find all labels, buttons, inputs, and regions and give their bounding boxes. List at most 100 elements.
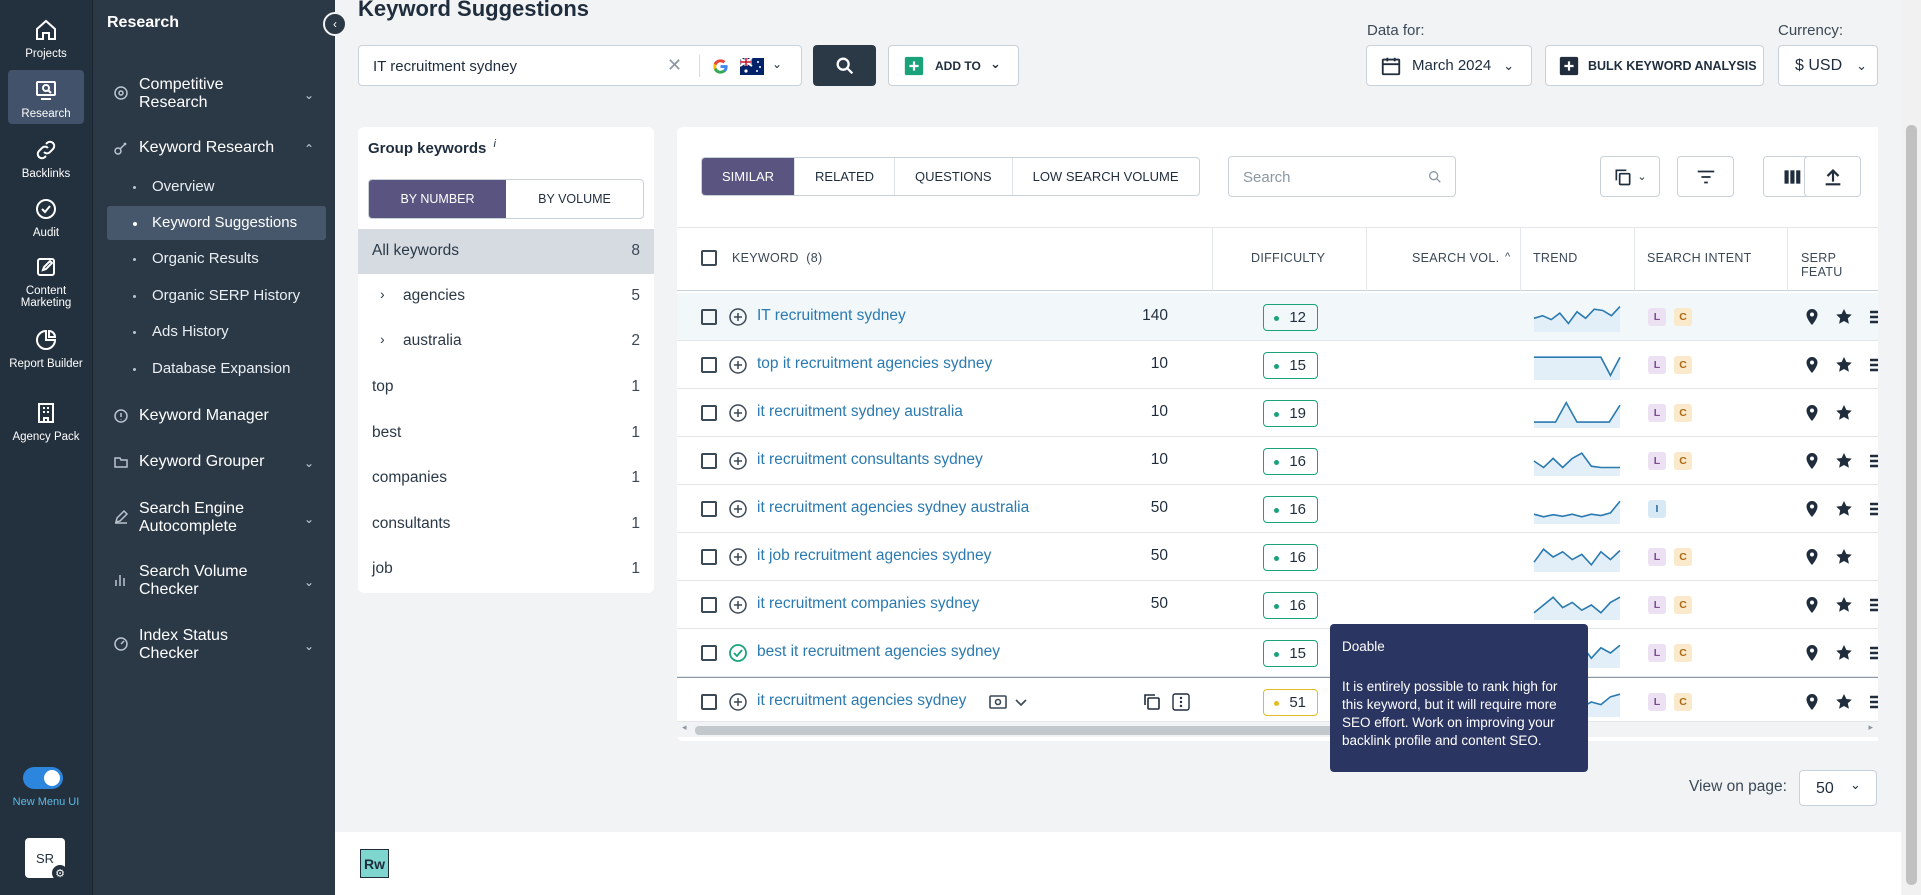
keyword-link[interactable]: it recruitment consultants sydney bbox=[757, 451, 983, 469]
row-checkbox[interactable] bbox=[701, 549, 717, 565]
avatar[interactable]: SR ⚙ bbox=[25, 838, 68, 881]
location-pin-icon[interactable] bbox=[1802, 499, 1822, 519]
rail-report-builder[interactable]: Report Builder bbox=[8, 328, 84, 370]
difficulty-badge[interactable]: 15 bbox=[1263, 640, 1318, 667]
row-checkbox[interactable] bbox=[701, 405, 717, 421]
location-pin-icon[interactable] bbox=[1802, 355, 1822, 375]
keyword-link[interactable]: best it recruitment agencies sydney bbox=[757, 643, 1000, 661]
difficulty-badge[interactable]: 16 bbox=[1263, 448, 1318, 475]
rail-audit[interactable]: Audit bbox=[8, 197, 84, 239]
table-row[interactable]: it job recruitment agencies sydney 16 50 L C bbox=[677, 533, 1878, 581]
rail-agency-pack[interactable]: Agency Pack bbox=[8, 401, 84, 443]
row-checkbox[interactable] bbox=[701, 645, 717, 661]
intent-badge[interactable]: C bbox=[1674, 548, 1692, 566]
intent-badge[interactable]: L bbox=[1648, 596, 1666, 614]
list-icon[interactable] bbox=[1866, 451, 1878, 471]
currency-select[interactable]: $ USD ⌄ bbox=[1778, 45, 1878, 86]
date-select[interactable]: March 2024 ⌄ bbox=[1366, 45, 1532, 86]
submenu-organic-results[interactable]: Organic Results bbox=[107, 242, 326, 276]
col-search-intent[interactable]: SEARCH INTENT bbox=[1647, 251, 1752, 265]
row-checkbox[interactable] bbox=[701, 694, 717, 710]
trend-sparkline[interactable] bbox=[1533, 350, 1621, 380]
intent-badge[interactable]: L bbox=[1648, 452, 1666, 470]
check-circle-icon[interactable] bbox=[728, 643, 748, 663]
submenu-keyword-suggestions[interactable]: Keyword Suggestions bbox=[107, 206, 326, 240]
table-row[interactable]: it recruitment companies sydney 16 50 L C bbox=[677, 581, 1878, 629]
intent-badge[interactable]: L bbox=[1648, 356, 1666, 374]
close-icon[interactable]: ✕ bbox=[667, 55, 682, 76]
chevron-down-icon[interactable]: ⌄ bbox=[772, 57, 782, 71]
col-serp-features[interactable]: SERP FEATU bbox=[1801, 251, 1878, 279]
group-row[interactable]: top 1 bbox=[358, 365, 654, 410]
tab-similar[interactable]: SIMILAR bbox=[702, 158, 796, 195]
copy-menu-button[interactable]: ⌄ bbox=[1600, 156, 1660, 197]
keyword-link[interactable]: it recruitment agencies sydney australia bbox=[757, 499, 1029, 517]
list-icon[interactable] bbox=[1866, 499, 1878, 519]
intent-badge[interactable]: C bbox=[1674, 596, 1692, 614]
add-circle-icon[interactable] bbox=[728, 403, 748, 423]
scroll-left-icon[interactable]: ◂ bbox=[682, 722, 687, 733]
new-menu-toggle[interactable] bbox=[23, 767, 63, 789]
intent-badge[interactable]: C bbox=[1674, 452, 1692, 470]
chevron-right-icon[interactable]: › bbox=[380, 286, 385, 302]
rail-projects[interactable]: Projects bbox=[8, 18, 84, 60]
group-row[interactable]: › australia 2 bbox=[358, 319, 654, 364]
row-checkbox[interactable] bbox=[701, 501, 717, 517]
difficulty-badge[interactable]: 16 bbox=[1263, 496, 1318, 523]
star-icon[interactable] bbox=[1834, 595, 1854, 615]
select-all-checkbox[interactable] bbox=[701, 250, 717, 266]
keyword-search-input[interactable]: IT recruitment sydney ✕ ⌄ bbox=[358, 45, 802, 86]
trend-sparkline[interactable] bbox=[1533, 542, 1621, 572]
tab-low-search-volume[interactable]: LOW SEARCH VOLUME bbox=[1013, 158, 1199, 195]
search-button[interactable] bbox=[813, 45, 876, 86]
location-pin-icon[interactable] bbox=[1802, 547, 1822, 567]
chevron-down-icon[interactable] bbox=[1010, 691, 1032, 713]
intent-badge[interactable]: L bbox=[1648, 308, 1666, 326]
submenu-overview[interactable]: Overview bbox=[107, 170, 326, 204]
sort-asc-icon[interactable]: ^ bbox=[1505, 251, 1510, 263]
star-icon[interactable] bbox=[1834, 547, 1854, 567]
rail-research[interactable]: Research bbox=[8, 70, 84, 124]
intent-badge[interactable]: I bbox=[1648, 500, 1666, 518]
trend-sparkline[interactable] bbox=[1533, 590, 1621, 620]
intent-badge[interactable]: L bbox=[1648, 693, 1666, 711]
difficulty-badge[interactable]: 15 bbox=[1263, 352, 1318, 379]
intent-badge[interactable]: L bbox=[1648, 644, 1666, 662]
table-search-input[interactable]: Search bbox=[1228, 156, 1456, 197]
trend-sparkline[interactable] bbox=[1533, 302, 1621, 332]
intent-badge[interactable]: C bbox=[1674, 308, 1692, 326]
col-difficulty[interactable]: DIFFICULTY bbox=[1251, 251, 1325, 265]
star-icon[interactable] bbox=[1834, 451, 1854, 471]
col-search-volume[interactable]: SEARCH VOL. bbox=[1412, 251, 1499, 265]
intent-badge[interactable]: C bbox=[1674, 356, 1692, 374]
row-checkbox[interactable] bbox=[701, 453, 717, 469]
table-row[interactable]: top it recruitment agencies sydney 15 10 L C bbox=[677, 341, 1878, 389]
submenu-database-expansion[interactable]: Database Expansion bbox=[107, 352, 326, 386]
copy-icon[interactable] bbox=[1141, 691, 1163, 713]
filter-button[interactable] bbox=[1677, 156, 1734, 197]
intent-badge[interactable]: L bbox=[1648, 548, 1666, 566]
page-size-select[interactable]: 50 ⌄ bbox=[1799, 770, 1877, 806]
scrollbar-thumb[interactable] bbox=[695, 726, 1335, 735]
difficulty-badge[interactable]: 51 bbox=[1263, 689, 1318, 716]
intent-badge[interactable]: L bbox=[1648, 404, 1666, 422]
intent-badge[interactable]: C bbox=[1674, 404, 1692, 422]
submenu-organic-serp-history[interactable]: Organic SERP History bbox=[107, 279, 326, 313]
star-icon[interactable] bbox=[1834, 355, 1854, 375]
group-row[interactable]: companies 1 bbox=[358, 456, 654, 501]
star-icon[interactable] bbox=[1834, 692, 1854, 712]
group-row[interactable]: consultants 1 bbox=[358, 502, 654, 547]
location-pin-icon[interactable] bbox=[1802, 692, 1822, 712]
group-row[interactable]: › agencies 5 bbox=[358, 274, 654, 319]
table-row[interactable]: best it recruitment agencies sydney 15 L C bbox=[677, 629, 1878, 677]
list-icon[interactable] bbox=[1866, 307, 1878, 327]
chevron-right-icon[interactable]: › bbox=[380, 331, 385, 347]
star-icon[interactable] bbox=[1834, 403, 1854, 423]
add-circle-icon[interactable] bbox=[728, 499, 748, 519]
export-button[interactable] bbox=[1804, 156, 1861, 197]
col-trend[interactable]: TREND bbox=[1533, 251, 1578, 265]
location-pin-icon[interactable] bbox=[1802, 403, 1822, 423]
location-pin-icon[interactable] bbox=[1802, 595, 1822, 615]
add-circle-icon[interactable] bbox=[728, 692, 748, 712]
row-checkbox[interactable] bbox=[701, 309, 717, 325]
